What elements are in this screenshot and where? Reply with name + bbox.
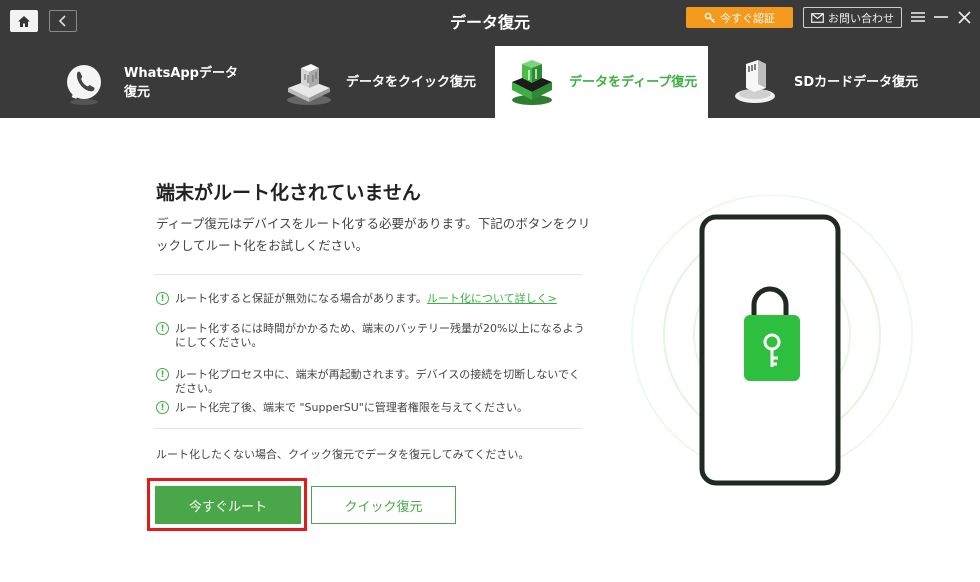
whatsapp-phone-icon [67,65,101,105]
notice-item: ! ルート化すると保証が無効になる場合があります。ルート化について詳しく> [156,292,586,306]
divider [154,428,582,429]
tab-whatsapp-recovery[interactable]: WhatsAppデータ復元 [60,46,250,118]
key-icon [704,12,715,23]
exclamation-circle-icon: ! [156,401,169,414]
notice-text: ルート化するには時間がかかるため、端末のバッテリー残量が20%以上になるようにし… [175,322,585,349]
mail-icon [811,12,824,23]
chevron-left-icon [58,15,66,27]
close-icon [957,10,971,24]
notice-item: ! ルート化するには時間がかかるため、端末のバッテリー残量が20%以上になるよう… [156,322,586,350]
learn-more-link[interactable]: ルート化について詳しく> [427,292,557,305]
notice-text: ルート化プロセス中に、端末が再起動されます。デバイスの接続を切断しないでください… [175,368,580,395]
home-button[interactable] [10,10,38,32]
minimize-button[interactable] [934,8,948,26]
notice-item: ! ルート化プロセス中に、端末が再起動されます。デバイスの接続を切断しないでくだ… [156,368,586,396]
contact-label: お問い合わせ [828,11,894,25]
locked-phone-illustration [631,195,913,486]
root-now-button[interactable]: 今すぐルート [155,486,301,524]
tab-sd-label: SDカードデータ復元 [794,75,919,90]
deep-recovery-icon [512,60,552,105]
tab-quick-recovery[interactable]: データをクイック復元 [270,46,490,118]
exclamation-circle-icon: ! [156,368,169,381]
footnote-text: ルート化したくない場合、クイック復元でデータを復元してみてください。 [156,448,530,461]
tab-deep-label: データをディープ復元 [569,75,698,90]
notice-text: ルート化完了後、端末で "SupperSU"に管理者権限を与えてください。 [175,401,528,414]
sd-card-icon [735,60,775,103]
divider [154,274,582,275]
register-button[interactable]: 今すぐ認証 [686,7,793,28]
exclamation-circle-icon: ! [156,322,169,335]
home-icon [18,15,30,27]
minimize-icon [934,16,948,18]
quick-recovery-button[interactable]: クイック復元 [311,486,456,524]
close-button[interactable] [957,8,971,26]
notice-text: ルート化すると保証が無効になる場合があります。 [175,292,427,305]
back-button[interactable] [49,10,77,32]
menu-button[interactable] [911,8,925,26]
exclamation-circle-icon: ! [156,292,169,305]
contact-button[interactable]: お問い合わせ [803,7,902,28]
quick-recovery-icon [287,64,331,105]
tab-quick-label: データをクイック復元 [346,75,477,90]
page-heading: 端末がルート化されていません [156,182,421,204]
notice-item: ! ルート化完了後、端末で "SupperSU"に管理者権限を与えてください。 [156,401,586,415]
tab-whatsapp-label: WhatsAppデータ復元 [124,66,238,100]
register-label: 今すぐ認証 [720,11,775,25]
tab-sd-card-recovery[interactable]: SDカードデータ復元 [720,46,920,118]
menu-icon [911,12,925,22]
title-bar: データ復元 今すぐ認証 お問い合わせ [0,0,980,38]
mode-tab-bar: WhatsAppデータ復元 データをクイック復元 データをディープ復元 SDカー… [0,38,980,118]
tab-deep-recovery[interactable]: データをディープ復元 [495,46,708,118]
page-description: ディープ復元はデバイスをルート化する必要があります。下記のボタンをクリックしてル… [156,216,591,253]
